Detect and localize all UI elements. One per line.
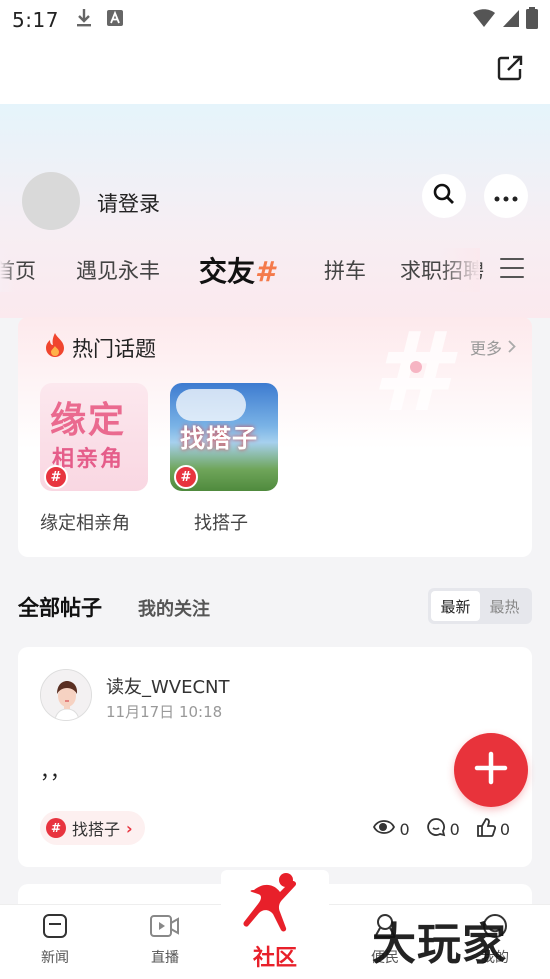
header-background: 首页 遇见永丰 交友# 拼车 求职招聘 — [0, 104, 550, 318]
topic-thumbnail: 找搭子 # — [170, 383, 278, 491]
post-stats: 0 0 0 — [373, 817, 510, 841]
thumbs-up-icon — [476, 817, 496, 841]
more-button[interactable] — [484, 174, 528, 218]
accessibility-icon — [106, 10, 123, 30]
topic-name: 找搭子 — [194, 513, 248, 534]
download-icon — [75, 8, 93, 32]
sort-toggle: 最新 最热 — [428, 588, 532, 624]
topic-name: 缘定相亲角 — [40, 513, 130, 534]
topic-item-matchmaking[interactable]: 缘定 相亲角 # 缘定相亲角 — [40, 383, 148, 534]
like-count[interactable]: 0 — [476, 817, 510, 841]
create-post-button[interactable] — [454, 733, 528, 807]
hash-icon: # — [255, 255, 275, 288]
more-topics-link[interactable]: 更多 — [470, 335, 516, 359]
more-dots-icon — [494, 187, 518, 206]
share-icon[interactable] — [496, 54, 526, 84]
news-icon — [42, 913, 68, 943]
user-avatar[interactable] — [40, 669, 92, 721]
search-icon — [433, 183, 455, 209]
battery-icon — [526, 7, 538, 33]
hot-topics-card: # 热门话题 更多 缘定 相亲角 # 缘定相亲角 找搭子 # 找搭子 — [18, 317, 532, 557]
hot-topics-title: 热门话题 — [44, 332, 156, 363]
status-bar: 5:17 — [0, 0, 550, 40]
wifi-icon — [472, 8, 496, 32]
video-icon — [150, 913, 180, 943]
nav-live[interactable]: 直播 — [130, 913, 200, 967]
channel-menu-icon[interactable] — [500, 258, 524, 280]
post-content[interactable]: ，， — [40, 755, 70, 784]
hash-badge-icon: # — [174, 465, 198, 489]
nav-news[interactable]: 新闻 — [20, 913, 90, 967]
flame-icon — [44, 332, 66, 363]
comment-count[interactable]: 0 — [426, 817, 460, 841]
status-time: 5:17 — [12, 8, 59, 32]
channel-tabs: 首页 遇见永丰 交友# 拼车 求职招聘 — [0, 248, 550, 292]
sort-latest-button[interactable]: 最新 — [431, 591, 480, 621]
tab-meet-yongfeng[interactable]: 遇见永丰 — [76, 255, 160, 285]
watermark: 大玩家 — [372, 919, 507, 970]
nav-community[interactable]: 社区 — [221, 870, 329, 979]
login-link[interactable]: 请登录 — [97, 188, 160, 218]
view-count: 0 — [373, 819, 410, 839]
post-time: 11月17日 10:18 — [106, 703, 223, 721]
post-card[interactable]: 读友_WVECNT 11月17日 10:18 ，， # 找搭子 › 0 0 0 — [18, 647, 532, 867]
post-username[interactable]: 读友_WVECNT — [106, 673, 230, 699]
hash-decoration-icon: # — [372, 317, 449, 436]
topic-thumbnail: 缘定 相亲角 # — [40, 383, 148, 491]
tab-dating[interactable]: 交友# — [199, 250, 275, 290]
post-filter-row: 全部帖子 我的关注 最新 最热 — [0, 588, 550, 626]
signal-icon — [502, 8, 520, 32]
app-bar — [0, 40, 550, 104]
community-logo-icon — [240, 870, 310, 942]
comment-icon — [426, 817, 446, 841]
chevron-right-icon — [508, 338, 516, 357]
eye-icon — [373, 819, 396, 839]
tab-carpool[interactable]: 拼车 — [324, 255, 366, 285]
sort-hottest-button[interactable]: 最热 — [480, 591, 529, 621]
chevron-right-icon: › — [126, 818, 133, 838]
tab-my-follows[interactable]: 我的关注 — [138, 595, 210, 621]
hash-icon: # — [46, 818, 66, 838]
post-topic-tag[interactable]: # 找搭子 › — [40, 811, 145, 845]
search-button[interactable] — [422, 174, 466, 218]
tab-all-posts[interactable]: 全部帖子 — [18, 592, 102, 622]
plus-icon — [474, 751, 508, 789]
hash-badge-icon: # — [44, 465, 68, 489]
topic-item-find-partner[interactable]: 找搭子 # 找搭子 — [170, 383, 278, 534]
avatar[interactable] — [22, 172, 80, 230]
